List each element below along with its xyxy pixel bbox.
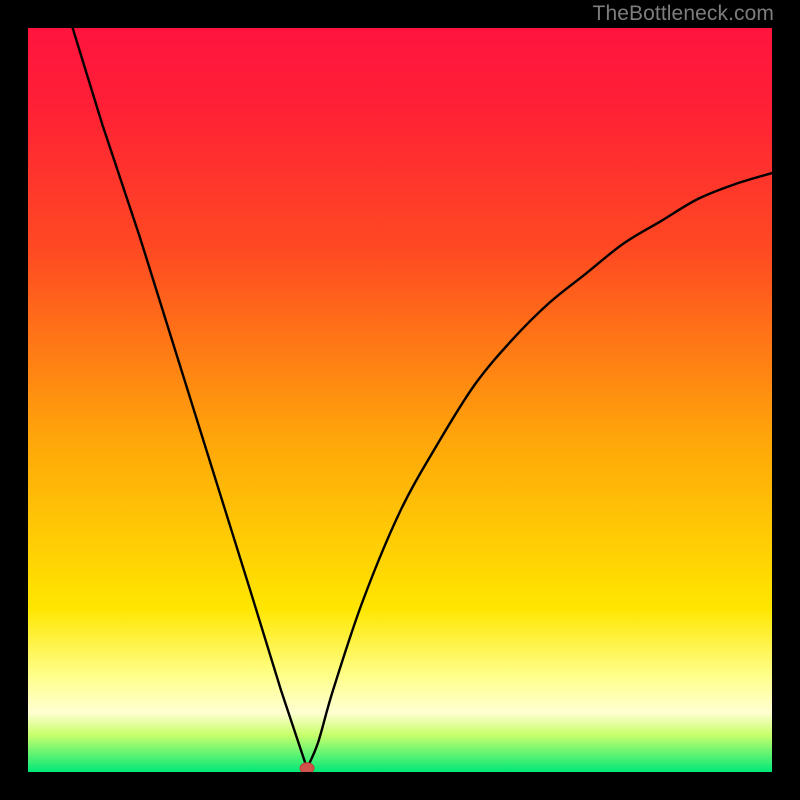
plot-svg (28, 28, 772, 772)
plot-area (28, 28, 772, 772)
watermark-text: TheBottleneck.com (593, 2, 774, 26)
chart-frame: TheBottleneck.com (0, 0, 800, 800)
bottleneck-curve (73, 28, 772, 768)
min-marker (300, 763, 314, 772)
